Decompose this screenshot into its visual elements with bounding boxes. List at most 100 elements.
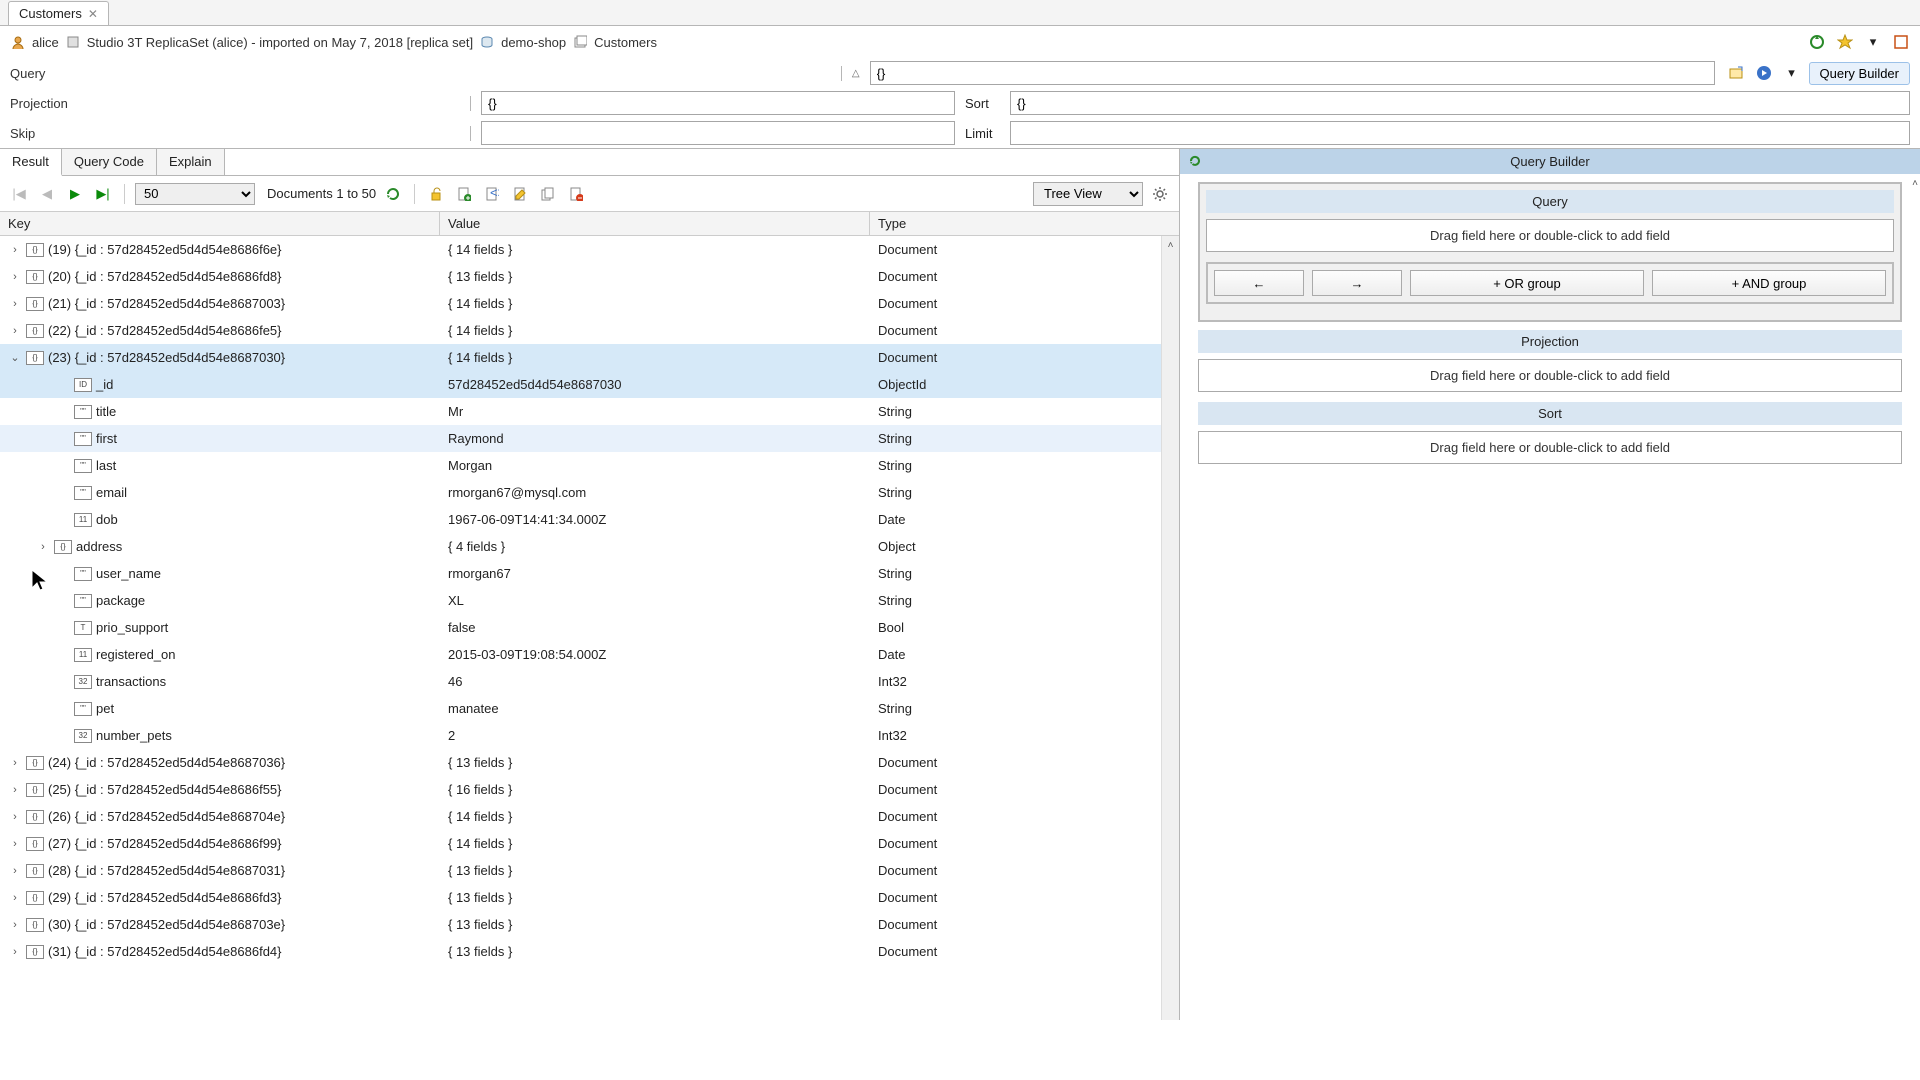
document-icon: {}: [26, 351, 44, 365]
table-row[interactable]: ›{} (20) {_id : 57d28452ed5d4d54e8686fd8…: [0, 263, 1179, 290]
qb-query-drop[interactable]: Drag field here or double-click to add f…: [1206, 219, 1894, 252]
scroll-up-icon[interactable]: ˄: [1912, 178, 1918, 189]
unlock-icon[interactable]: [425, 183, 447, 205]
cell-type: String: [870, 431, 1179, 446]
first-page-button[interactable]: |◀: [8, 183, 30, 205]
table-row[interactable]: "" user_namermorgan67String: [0, 560, 1179, 587]
qb-sort-drop[interactable]: Drag field here or double-click to add f…: [1198, 431, 1902, 464]
table-row[interactable]: "" emailrmorgan67@mysql.comString: [0, 479, 1179, 506]
expander-icon[interactable]: ›: [8, 919, 22, 931]
delete-doc-icon[interactable]: [565, 183, 587, 205]
table-row[interactable]: ›{} (21) {_id : 57d28452ed5d4d54e8687003…: [0, 290, 1179, 317]
chevron-down-icon[interactable]: ▾: [1862, 31, 1884, 53]
last-page-button[interactable]: ▶|: [92, 183, 114, 205]
expander-icon[interactable]: ›: [8, 946, 22, 958]
table-row[interactable]: ›{} (26) {_id : 57d28452ed5d4d54e868704e…: [0, 803, 1179, 830]
field-key: first: [96, 431, 117, 446]
expander-icon[interactable]: ›: [8, 298, 22, 310]
table-row[interactable]: ›{} (24) {_id : 57d28452ed5d4d54e8687036…: [0, 749, 1179, 776]
expander-icon[interactable]: ›: [8, 865, 22, 877]
cell-type: Document: [870, 917, 1179, 932]
expander-icon[interactable]: ⌄: [8, 351, 22, 364]
edit-doc-icon[interactable]: [509, 183, 531, 205]
column-value[interactable]: Value: [440, 212, 870, 235]
cell-type: Int32: [870, 674, 1179, 689]
next-page-button[interactable]: ▶: [64, 183, 86, 205]
query-builder-button[interactable]: Query Builder: [1809, 62, 1910, 85]
copy-doc-icon[interactable]: [537, 183, 559, 205]
sync-icon[interactable]: [1806, 31, 1828, 53]
prev-page-button[interactable]: ◀: [36, 183, 58, 205]
refresh-icon[interactable]: [382, 183, 404, 205]
field-key: number_pets: [96, 728, 172, 743]
expand-icon[interactable]: [1890, 31, 1912, 53]
tab-customers[interactable]: Customers ✕: [8, 1, 109, 25]
expander-icon[interactable]: ›: [8, 271, 22, 283]
expander-icon[interactable]: ›: [8, 838, 22, 850]
expander-icon[interactable]: ›: [8, 325, 22, 337]
table-row[interactable]: T prio_supportfalseBool: [0, 614, 1179, 641]
table-row[interactable]: 32 number_pets2Int32: [0, 722, 1179, 749]
table-row[interactable]: "" titleMrString: [0, 398, 1179, 425]
table-row[interactable]: ›{} (29) {_id : 57d28452ed5d4d54e8686fd3…: [0, 884, 1179, 911]
column-type[interactable]: Type: [870, 212, 1179, 235]
tab-query-code[interactable]: Query Code: [62, 149, 157, 175]
table-row[interactable]: ›{} (27) {_id : 57d28452ed5d4d54e8686f99…: [0, 830, 1179, 857]
expander-icon[interactable]: ›: [8, 757, 22, 769]
close-icon[interactable]: ✕: [88, 7, 98, 21]
table-row[interactable]: ›{} address{ 4 fields }Object: [0, 533, 1179, 560]
table-row[interactable]: "" petmanateeString: [0, 695, 1179, 722]
add-doc-icon[interactable]: [453, 183, 475, 205]
qb-refresh-icon[interactable]: [1188, 154, 1202, 168]
tree-body[interactable]: ˄ ›{} (19) {_id : 57d28452ed5d4d54e8686f…: [0, 236, 1179, 1020]
table-row[interactable]: "" lastMorganString: [0, 452, 1179, 479]
column-key[interactable]: Key: [0, 212, 440, 235]
projection-input[interactable]: [481, 91, 955, 115]
table-row[interactable]: "" packageXLString: [0, 587, 1179, 614]
page-size-select[interactable]: 50: [135, 183, 255, 205]
expander-icon[interactable]: ›: [8, 892, 22, 904]
qb-or-button[interactable]: + OR group: [1410, 270, 1644, 296]
collapse-icon[interactable]: △: [852, 68, 860, 79]
server-icon: [65, 34, 81, 50]
table-row[interactable]: ID _id57d28452ed5d4d54e8687030ObjectId: [0, 371, 1179, 398]
view-mode-select[interactable]: Tree View: [1033, 182, 1143, 206]
run-dropdown-icon[interactable]: ▾: [1781, 62, 1803, 84]
star-icon[interactable]: [1834, 31, 1856, 53]
table-row[interactable]: 11 registered_on2015-03-09T19:08:54.000Z…: [0, 641, 1179, 668]
expander-icon[interactable]: ›: [8, 811, 22, 823]
run-icon[interactable]: [1753, 62, 1775, 84]
qb-projection-drop[interactable]: Drag field here or double-click to add f…: [1198, 359, 1902, 392]
scroll-up-icon[interactable]: ˄: [1162, 236, 1179, 254]
table-row[interactable]: ⌄{} (23) {_id : 57d28452ed5d4d54e8687030…: [0, 344, 1179, 371]
table-row[interactable]: 32 transactions46Int32: [0, 668, 1179, 695]
expander-icon[interactable]: ›: [8, 244, 22, 256]
table-row[interactable]: ›{} (19) {_id : 57d28452ed5d4d54e8686f6e…: [0, 236, 1179, 263]
scrollbar[interactable]: ˄: [1161, 236, 1179, 1020]
table-row[interactable]: ›{} (31) {_id : 57d28452ed5d4d54e8686fd4…: [0, 938, 1179, 965]
table-row[interactable]: ›{} (22) {_id : 57d28452ed5d4d54e8686fe5…: [0, 317, 1179, 344]
qb-indent-button[interactable]: →: [1312, 270, 1402, 296]
tab-result[interactable]: Result: [0, 149, 62, 176]
qb-outdent-button[interactable]: ←: [1214, 270, 1304, 296]
skip-input[interactable]: [481, 121, 955, 145]
table-row[interactable]: ›{} (28) {_id : 57d28452ed5d4d54e8687031…: [0, 857, 1179, 884]
table-row[interactable]: "" firstRaymondString: [0, 425, 1179, 452]
table-row[interactable]: ›{} (25) {_id : 57d28452ed5d4d54e8686f55…: [0, 776, 1179, 803]
expander-icon[interactable]: ›: [36, 541, 50, 553]
sort-input[interactable]: [1010, 91, 1910, 115]
breadcrumb-database: demo-shop: [501, 35, 566, 50]
query-builder-panel: Query Builder ˄ Query Drag field here or…: [1180, 149, 1920, 1020]
query-row: Query △ ▾ Query Builder: [0, 58, 1920, 88]
qb-and-button[interactable]: + AND group: [1652, 270, 1886, 296]
table-row[interactable]: ›{} (30) {_id : 57d28452ed5d4d54e868703e…: [0, 911, 1179, 938]
gear-icon[interactable]: [1149, 183, 1171, 205]
tab-explain[interactable]: Explain: [157, 149, 225, 175]
limit-input[interactable]: [1010, 121, 1910, 145]
type-icon: "": [74, 405, 92, 419]
table-row[interactable]: 11 dob1967-06-09T14:41:34.000ZDate: [0, 506, 1179, 533]
expander-icon[interactable]: ›: [8, 784, 22, 796]
view-doc-icon[interactable]: <>: [481, 183, 503, 205]
query-open-icon[interactable]: [1725, 62, 1747, 84]
query-input[interactable]: [870, 61, 1715, 85]
